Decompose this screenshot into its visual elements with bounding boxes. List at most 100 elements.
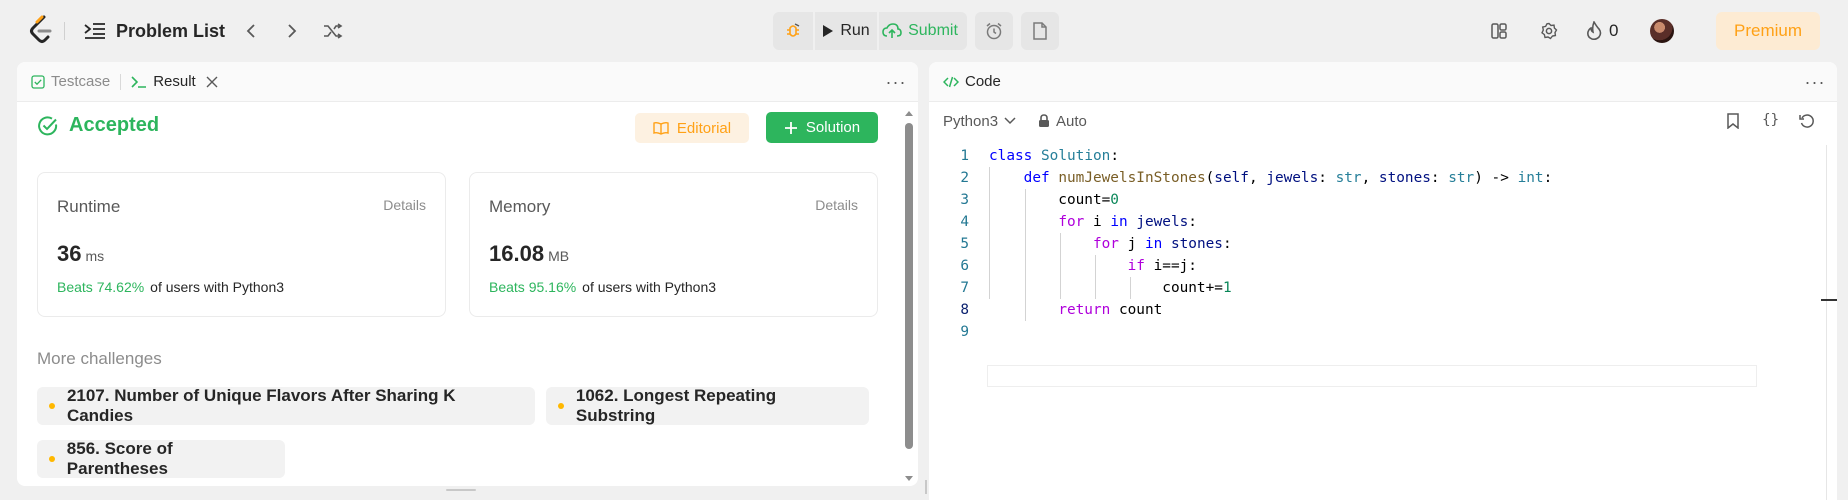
checkbox-icon [31,74,45,89]
code-line: for i in jewels: [1058,214,1197,230]
line-number: 2 [960,170,969,186]
bookmark-button[interactable] [1727,113,1739,134]
line-number: 3 [960,192,969,208]
avatar[interactable] [1650,19,1674,43]
code-line: return count [1058,302,1163,318]
code-line: count+=1 [989,280,1232,296]
code-line: def numJewelsInStones(self, jewels: str,… [1023,170,1553,186]
runtime-beats: Beats 74.62% of users with Python3 [57,279,284,295]
lock-icon [1039,114,1050,127]
bookmark-icon [1727,113,1739,130]
submission-status: Accepted [37,114,159,137]
runtime-card[interactable]: Runtime Details 36 ms Beats 74.62% of user… [37,172,446,317]
memory-card[interactable]: Memory Details 16.08 MB Beats 95.16% of us… [469,172,878,317]
runtime-details-link[interactable]: Details [383,197,426,213]
timer-button[interactable] [975,12,1013,50]
memory-unit: MB [548,248,570,264]
editor-scrollbar-track[interactable] [1826,145,1827,500]
line-number: 7 [960,280,969,296]
tab-divider [120,73,122,90]
debug-button[interactable] [773,12,813,50]
code-line: for j in stones: [1092,236,1232,252]
line-number: 5 [960,236,969,252]
memory-details-link[interactable]: Details [815,197,858,213]
status-text: Accepted [69,114,160,136]
runtime-number: 36 [57,241,82,266]
memory-label: Memory [489,197,551,216]
memory-value: 16.08 MB [489,241,569,267]
book-icon [653,121,669,135]
language-select[interactable]: Python3 [943,113,1016,130]
panel-resize-handle[interactable] [446,489,476,491]
auto-mode-toggle[interactable]: Auto [1038,113,1087,130]
runtime-label: Runtime [57,197,121,216]
solution-label: Solution [805,119,861,136]
tab-code[interactable]: Code [943,62,1001,102]
editorial-label: Editorial [676,119,732,137]
scroll-up-icon[interactable] [904,109,914,117]
random-problem-button[interactable] [318,16,348,46]
premium-button[interactable]: Premium [1716,12,1820,50]
challenge-title: 2107. Number of Unique Flavors After Sha… [66,386,456,425]
submit-button[interactable]: Submit [879,12,967,50]
scrollbar-thumb[interactable] [905,123,913,449]
more-icon[interactable]: ··· [884,72,908,92]
run-button[interactable]: Run [815,12,877,50]
cloud-upload-icon [882,23,902,38]
runtime-unit: ms [85,248,105,264]
reset-code-button[interactable] [1799,113,1815,134]
streak-counter[interactable]: 0 [1585,18,1618,44]
line-number: 9 [960,324,969,340]
more-icon[interactable]: ··· [1803,72,1827,92]
chevron-left-icon [246,24,255,38]
layout-button[interactable] [1484,16,1514,46]
layout-icon [1491,23,1507,39]
close-icon[interactable] [206,76,218,88]
more-challenges-title: More challenges [37,349,162,368]
line-number: 1 [960,148,969,164]
challenge-chip[interactable]: 1062. Longest Repeating Substring [546,386,869,425]
shuffle-icon [324,23,343,39]
prev-problem-button[interactable] [236,16,266,46]
solution-button[interactable]: Solution [766,112,878,143]
play-icon [823,25,834,37]
challenge-chip[interactable]: 856. Score of Parentheses [37,439,285,478]
cursor-marker [1821,299,1837,301]
runtime-beats-percent: Beats 74.62% [57,279,145,295]
settings-button[interactable] [1534,16,1564,46]
fire-icon [1587,21,1602,41]
challenge-title: 856. Score of Parentheses [66,439,173,478]
format-code-button[interactable]: {} [1762,112,1779,128]
submit-label: Submit [908,22,958,39]
next-problem-button[interactable] [277,16,307,46]
line-number: 6 [960,258,969,274]
debug-icon [787,23,800,37]
scroll-down-icon[interactable] [904,475,914,483]
braces-icon: {} [1762,112,1779,128]
result-scrollbar[interactable] [903,109,915,484]
challenge-chip[interactable]: 2107. Number of Unique Flavors After Sha… [37,386,535,425]
runtime-value: 36 ms [57,241,104,267]
notes-button[interactable] [1021,12,1059,50]
code-editor[interactable]: 1 2 3 4 5 6 7 8 9 class Solution: def nu… [929,145,1837,500]
difficulty-dot [49,403,55,409]
result-panel: Testcase Result ··· Accepted Editorial S… [17,62,918,486]
leetcode-logo[interactable] [28,15,56,45]
editorial-button[interactable]: Editorial [635,113,749,143]
chevron-right-icon [288,24,297,38]
note-icon [1033,22,1047,40]
check-circle-icon [38,115,58,135]
panel-resize-handle[interactable] [925,480,927,494]
tab-result[interactable]: Result [131,62,218,102]
run-submit-group: Run Submit [773,12,967,50]
problem-list-button[interactable]: Problem List [84,18,225,44]
code-panel-header: Code ··· [929,62,1837,102]
memory-beats-percent: Beats 95.16% [489,279,577,295]
language-label: Python3 [943,112,999,130]
tab-result-label: Result [153,73,196,90]
tab-testcase[interactable]: Testcase [31,62,110,102]
problem-list-icon [84,23,105,39]
tab-code-label: Code [965,73,1001,90]
code-line: if i==j: [1127,258,1197,274]
current-line-highlight [987,365,1757,387]
